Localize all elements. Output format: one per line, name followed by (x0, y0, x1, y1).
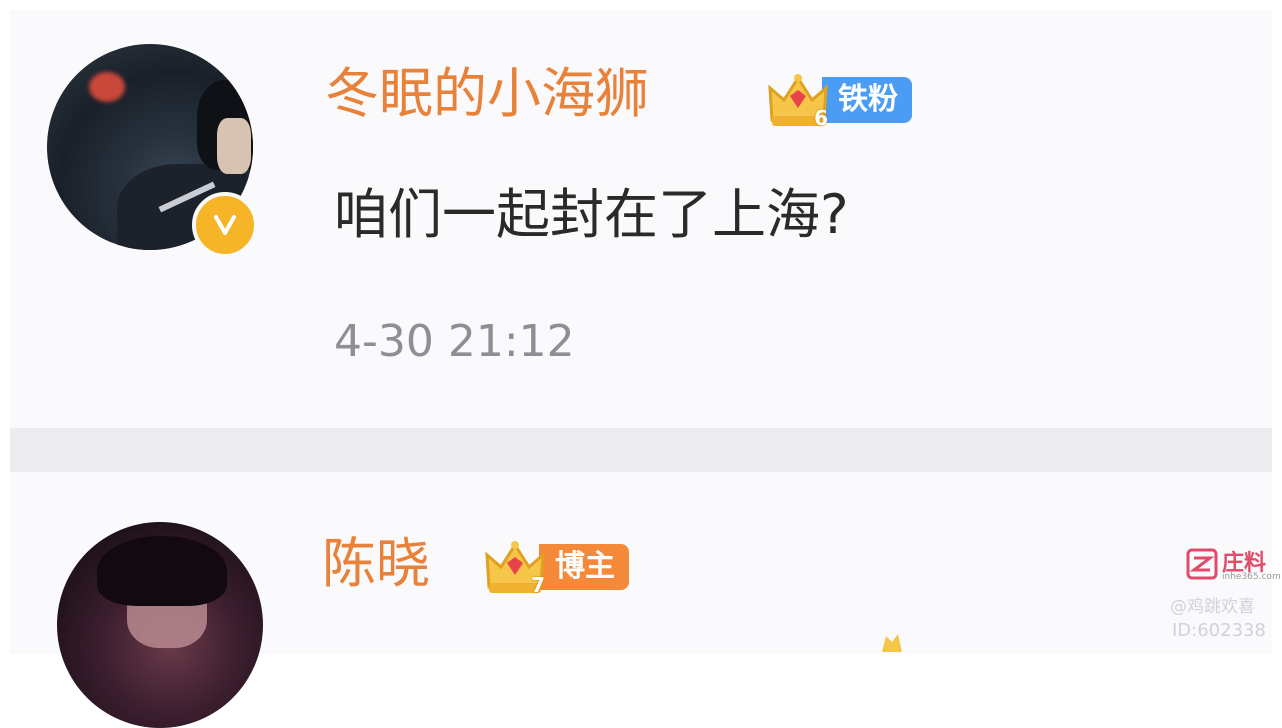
fan-level: 7 (531, 573, 545, 597)
crown-icon: 7 (483, 537, 547, 597)
watermark-id: ID:602338 (1172, 620, 1266, 641)
watermark-url: inhe365.com (1222, 572, 1281, 582)
avatar[interactable] (57, 522, 263, 728)
comment-text: 咱们一起封在了上海? (334, 183, 849, 246)
fan-tag: 铁粉 (822, 77, 912, 123)
crown-icon: 6 (766, 70, 830, 130)
username[interactable]: 陈晓 (322, 532, 430, 596)
fan-level: 6 (814, 106, 828, 130)
username[interactable]: 冬眠的小海狮 (325, 62, 649, 126)
divider (10, 428, 1272, 472)
watermark-handle: @鸡跳欢喜 (1170, 597, 1255, 617)
logo-icon (1186, 548, 1218, 580)
fan-tag: 博主 (539, 544, 629, 590)
comment-time: 4-30 21:12 (334, 316, 575, 367)
watermark-logo: 庄料 inhe365.com (1186, 548, 1281, 582)
fan-badge[interactable]: 6 铁粉 (766, 70, 912, 130)
fan-badge[interactable]: 7 博主 (483, 537, 629, 597)
v-verified-icon (192, 192, 258, 258)
crown-icon (882, 634, 902, 652)
